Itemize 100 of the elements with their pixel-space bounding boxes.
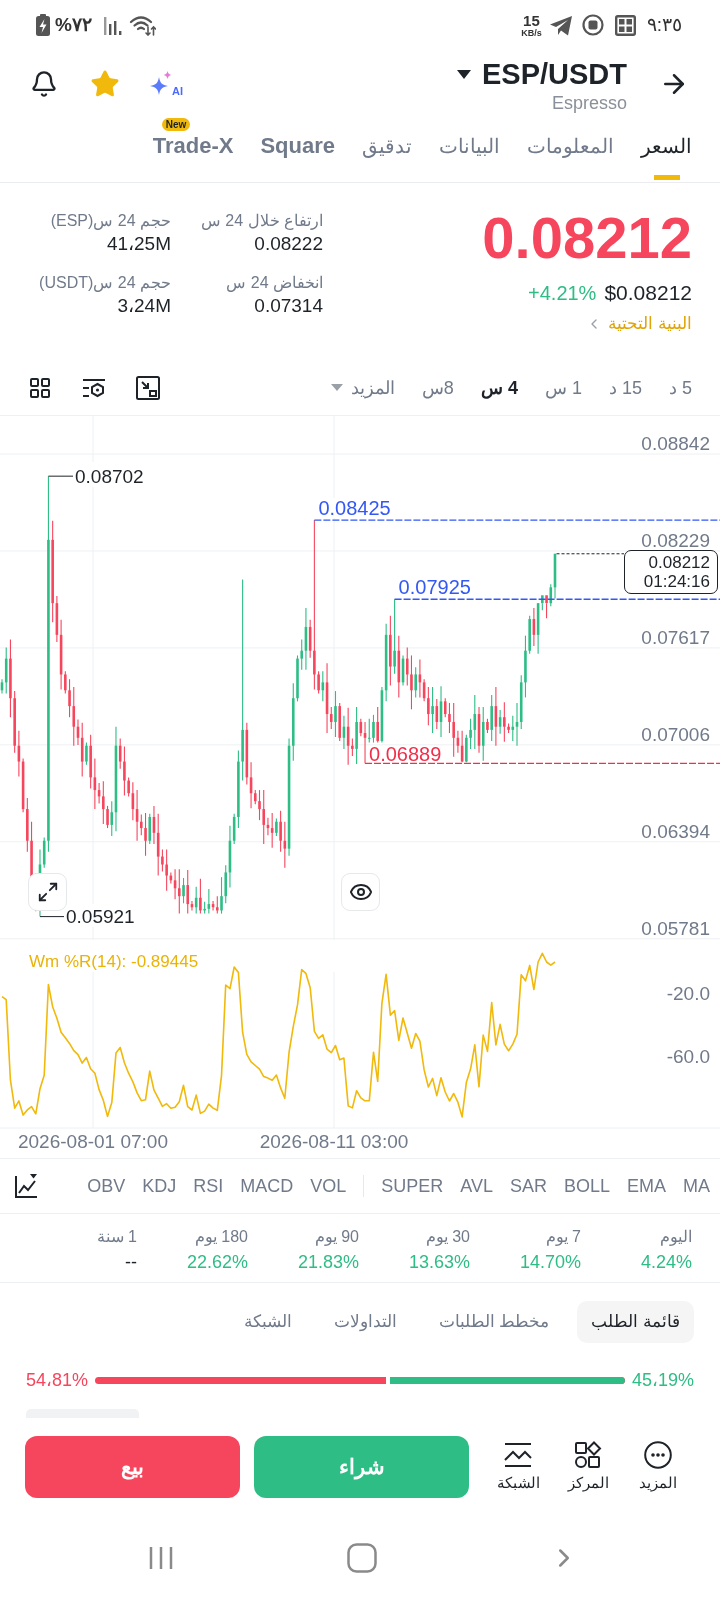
layout-grid-icon[interactable] [28, 375, 52, 400]
more-button[interactable]: المزيد [628, 1440, 688, 1493]
fullscreen-button[interactable] [28, 873, 67, 911]
home-icon[interactable] [347, 1542, 377, 1573]
price-level-label: 0.06889 [369, 742, 442, 765]
timeframe-tab[interactable]: 15 د [608, 375, 642, 400]
category-link[interactable]: البنية التحتية [586, 313, 692, 335]
bullish-candle [275, 818, 278, 837]
bearish-candle [532, 607, 536, 647]
period-change: 22.62% [186, 1251, 248, 1274]
tab[interactable]: تدقيق [362, 118, 412, 182]
pair-selector[interactable]: ESP/USDT [456, 57, 627, 91]
period-change: 13.63% [408, 1251, 470, 1274]
price-axis-label: 0.08229 [641, 529, 710, 551]
visibility-button[interactable] [341, 873, 380, 911]
indicator-axis-label: -20.0 [666, 983, 710, 1005]
bullish-candle [481, 706, 485, 762]
indicator-settings-icon[interactable] [82, 376, 106, 399]
tab[interactable]: المعلومات [527, 118, 614, 182]
grid-button[interactable]: الشبكة [488, 1440, 548, 1493]
indicator-tab[interactable]: OBV [87, 1174, 126, 1198]
period-label: 1 سنة [96, 1227, 137, 1247]
period-label: اليوم [660, 1227, 692, 1248]
indicator-tab[interactable]: MACD [240, 1174, 294, 1198]
tab[interactable]: Square [260, 118, 335, 182]
indicator-tab[interactable]: VOL [310, 1174, 347, 1198]
timeframe-tab[interactable]: 4 س [480, 375, 518, 400]
bullish-candle [194, 886, 198, 915]
bullish-candle [182, 877, 185, 904]
bell-icon[interactable] [30, 70, 58, 98]
position-button[interactable]: المركز [558, 1440, 618, 1493]
order-book-tab[interactable]: الشبكة [229, 1300, 306, 1343]
grid-icon [614, 14, 636, 36]
tab[interactable]: البيانات [439, 118, 500, 182]
indicator-tab[interactable]: MA [683, 1174, 710, 1198]
more-icon [644, 1440, 672, 1469]
indicator-tab[interactable]: EMA [627, 1174, 666, 1198]
candle-countdown: 01:24:16 [643, 572, 710, 591]
coin-name: Espresso [551, 92, 627, 115]
caret-down-icon [330, 384, 343, 391]
buy-button[interactable]: شراء [254, 1435, 469, 1498]
period-label: 90 يوم [314, 1227, 359, 1248]
battery-icon [36, 14, 50, 36]
stat-value: 0.07314 [254, 294, 323, 318]
bullish-candle [321, 670, 325, 702]
sell-button[interactable]: بيع [25, 1435, 240, 1498]
indicator-tab[interactable]: SAR [509, 1174, 547, 1198]
timeframe-tab[interactable]: 8س [421, 375, 454, 400]
bearish-candle [199, 878, 202, 915]
order-book-tab[interactable]: التداولات [319, 1300, 411, 1343]
time-axis-label: 2026-08-11 03:00 [259, 1131, 409, 1152]
stat-value: 41،25M [106, 232, 171, 256]
low-price-label: 0.05921 [66, 906, 135, 928]
timeframe-tab[interactable]: 1 س [544, 375, 582, 400]
recent-apps-icon[interactable] [148, 1544, 174, 1571]
ai-assistant-button[interactable]: AI [149, 71, 183, 97]
period-label: 180 يوم [194, 1227, 248, 1248]
period-label: 7 يوم [545, 1227, 581, 1248]
indicator-tab[interactable]: SUPER [381, 1174, 444, 1198]
indicator-tab[interactable]: RSI [193, 1174, 224, 1198]
bullish-candle [334, 690, 337, 738]
bullish-candle [401, 654, 405, 687]
order-book-tab[interactable]: مخطط الطلبات [424, 1300, 564, 1343]
leader-line [47, 475, 74, 477]
bearish-candle [389, 615, 392, 687]
last-price: 0.08212 [482, 209, 692, 267]
indicator-tab[interactable]: KDJ [142, 1174, 177, 1198]
period-change: -- [125, 1251, 137, 1274]
stat-label: حجم 24 س(ESP) [50, 211, 171, 232]
tab[interactable]: New Trade-X [152, 118, 234, 182]
buy-ratio: 45،19% [631, 1369, 694, 1392]
high-price-label: 0.08702 [75, 465, 144, 487]
leader-line [39, 916, 65, 918]
indicator-tab[interactable]: BOLL [563, 1174, 610, 1198]
stat-label: انخفاض 24 س [226, 273, 323, 294]
star-icon[interactable] [90, 69, 120, 99]
period-change: 4.24% [640, 1251, 692, 1274]
order-book-tab[interactable]: قائمة الطلب [577, 1300, 694, 1343]
signal-icon [103, 15, 122, 35]
period-label: 30 يوم [425, 1227, 470, 1248]
bullish-candle [439, 685, 443, 738]
price-axis-label: 0.07006 [641, 723, 710, 745]
bullish-candle [355, 706, 358, 765]
shapes-icon [574, 1440, 602, 1469]
tab[interactable]: السعر [641, 118, 692, 182]
indicator-axis-label: -60.0 [666, 1045, 710, 1067]
period-change: 14.70% [519, 1251, 581, 1274]
more-timeframes-button[interactable]: المزيد [330, 375, 395, 400]
wifi-icon [128, 14, 156, 36]
new-badge: New [161, 118, 191, 131]
bullish-candle [148, 813, 152, 845]
network-speed: 15 [523, 12, 540, 28]
line-chart-icon[interactable] [14, 1173, 38, 1199]
indicator-tab[interactable]: AVL [460, 1174, 493, 1198]
timeframe-tab[interactable]: 5 د [668, 375, 692, 400]
price-level-label: 0.08425 [318, 497, 391, 520]
price-change: +4.21% [528, 281, 597, 305]
zigzag-chart-icon [504, 1440, 532, 1469]
bullish-candle [498, 709, 502, 735]
resize-icon[interactable] [136, 375, 160, 400]
